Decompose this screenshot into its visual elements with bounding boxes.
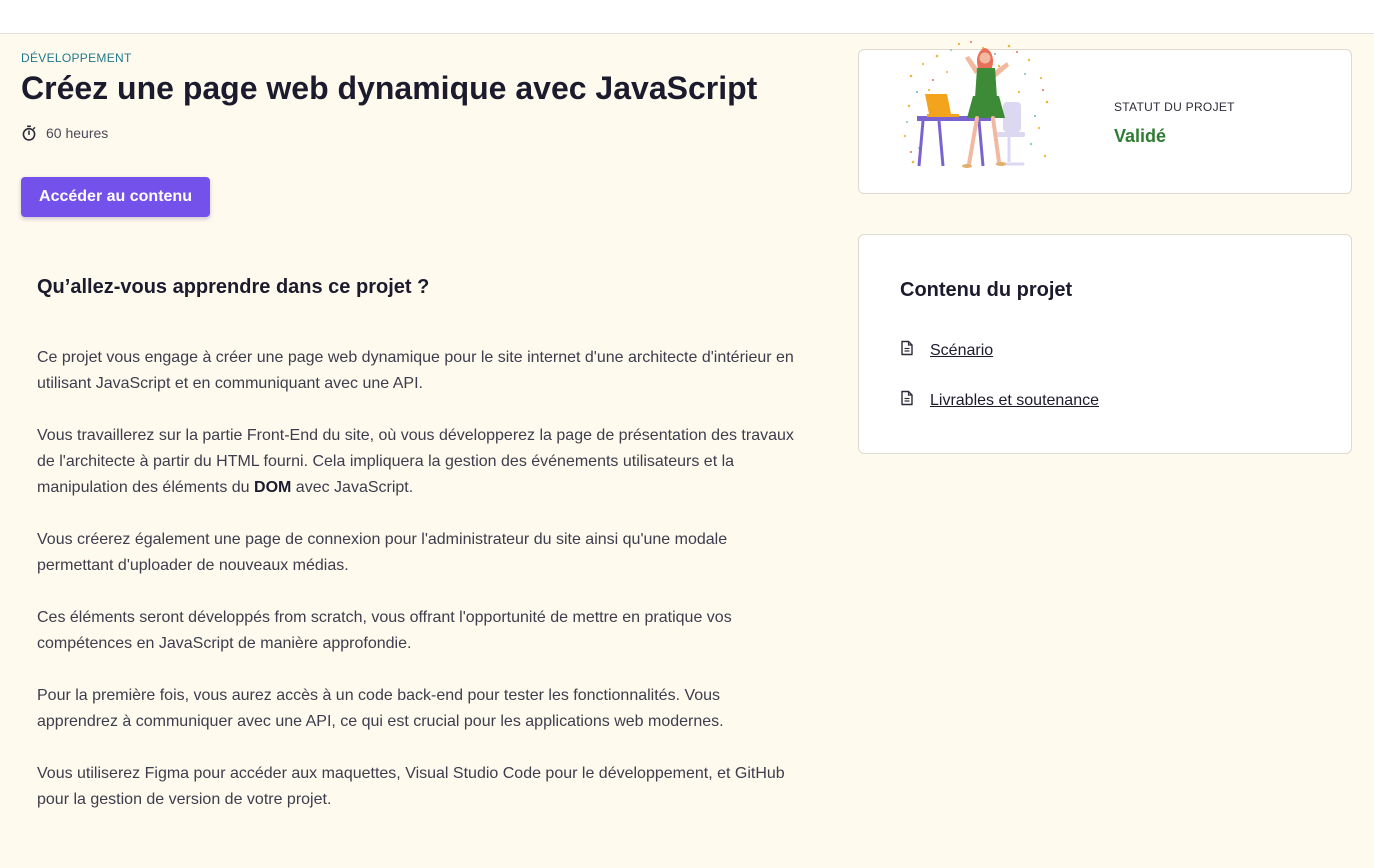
content-link-scenario[interactable]: Scénario [900, 340, 993, 361]
project-status-card: STATUT DU PROJET Validé [858, 41, 1352, 194]
duration: 60 heures [21, 125, 108, 141]
stopwatch-icon [21, 125, 37, 141]
access-content-button[interactable]: Accéder au contenu [21, 177, 210, 217]
status-value: Validé [1114, 126, 1167, 146]
dom-keyword: DOM [254, 479, 292, 496]
top-bar [0, 0, 1374, 34]
celebration-illustration [899, 36, 1059, 201]
description-text: avec JavaScript. [291, 479, 414, 496]
description-paragraph: Vous travaillerez sur la partie Front-En… [37, 423, 797, 501]
description-paragraph: Vous créerez également une page de conne… [37, 531, 728, 574]
project-category: DÉVELOPPEMENT [21, 51, 132, 65]
project-content-card: Contenu du projet Scénario Livrables et … [858, 234, 1352, 454]
content-link-deliverables[interactable]: Livrables et soutenance [900, 390, 1099, 411]
description-paragraph: Ces éléments seront développés from scra… [37, 609, 732, 652]
learn-heading: Qu’allez-vous apprendre dans ce projet ? [37, 276, 430, 298]
duration-label: 60 heures [46, 125, 109, 141]
status-label: STATUT DU PROJET [1114, 100, 1235, 114]
page-title: Créez une page web dynamique avec JavaSc… [21, 70, 758, 106]
content-heading: Contenu du projet [900, 279, 1073, 301]
description-paragraph: Vous utiliserez Figma pour accéder aux m… [37, 765, 785, 808]
description-text: Vous travaillerez sur la partie Front-En… [37, 427, 794, 496]
content-link-label: Scénario [930, 341, 994, 359]
document-icon [900, 340, 914, 361]
description-paragraph: Pour la première fois, vous aurez accès … [37, 687, 724, 730]
project-description: Ce projet vous engage à créer une page w… [37, 345, 797, 839]
content-link-label: Livrables et soutenance [930, 391, 1099, 409]
description-paragraph: Ce projet vous engage à créer une page w… [37, 349, 794, 392]
document-icon [900, 390, 914, 411]
